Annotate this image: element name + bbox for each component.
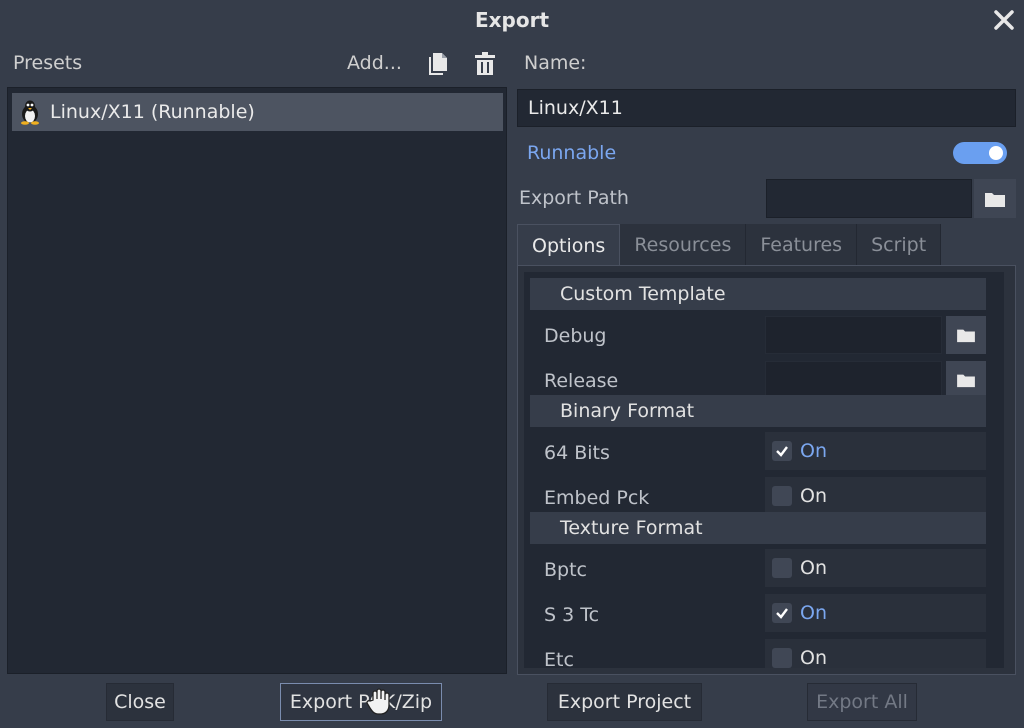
- release-browse-button[interactable]: [946, 361, 986, 399]
- presets-label: Presets: [13, 52, 83, 74]
- duplicate-icon[interactable]: [426, 51, 450, 77]
- embed-pck-value: On: [800, 485, 827, 507]
- tab-resources[interactable]: Resources: [620, 224, 747, 266]
- etc-value: On: [800, 647, 827, 668]
- bits64-value: On: [800, 440, 827, 462]
- export-path-browse-button[interactable]: [974, 179, 1016, 218]
- add-preset-button[interactable]: Add...: [347, 52, 402, 74]
- preset-item-linux[interactable]: Linux/X11 (Runnable): [12, 93, 503, 131]
- debug-label: Debug: [544, 325, 607, 347]
- release-label: Release: [544, 370, 619, 392]
- tab-script[interactable]: Script: [857, 224, 942, 266]
- options-inspector[interactable]: Custom Template Debug Release Binary For…: [524, 272, 1004, 668]
- bptc-checkbox[interactable]: On: [765, 549, 986, 587]
- toggle-knob: [989, 146, 1003, 160]
- checkmark-icon: [776, 608, 788, 619]
- release-template-input[interactable]: [765, 361, 942, 399]
- debug-template-input[interactable]: [765, 316, 942, 354]
- section-texture-format[interactable]: Texture Format: [530, 512, 986, 544]
- s3tc-value: On: [800, 602, 827, 624]
- export-path-input[interactable]: [766, 179, 972, 218]
- etc-checkbox[interactable]: On: [765, 639, 986, 668]
- preset-name-input[interactable]: Linux/X11: [517, 89, 1016, 127]
- checkbox-unchecked: [772, 648, 792, 668]
- section-custom-template[interactable]: Custom Template: [530, 278, 986, 310]
- options-panel: Custom Template Debug Release Binary For…: [517, 265, 1016, 675]
- etc-label: Etc: [544, 649, 574, 668]
- runnable-label: Runnable: [527, 142, 617, 164]
- embed-pck-checkbox[interactable]: On: [765, 477, 986, 515]
- bits64-label: 64 Bits: [544, 442, 610, 464]
- export-all-button[interactable]: Export All: [807, 683, 917, 721]
- checkbox-checked: [772, 441, 792, 461]
- tab-options[interactable]: Options: [517, 224, 621, 266]
- debug-browse-button[interactable]: [946, 316, 986, 354]
- section-binary-format[interactable]: Binary Format: [530, 395, 986, 427]
- folder-icon: [957, 374, 975, 388]
- bits64-checkbox[interactable]: On: [765, 432, 986, 470]
- export-project-button[interactable]: Export Project: [547, 683, 702, 721]
- name-label: Name:: [524, 52, 587, 74]
- preset-list[interactable]: Linux/X11 (Runnable): [7, 87, 507, 674]
- checkbox-checked: [772, 603, 792, 623]
- checkmark-icon: [776, 446, 788, 457]
- tab-bar: Options Resources Features Script: [517, 224, 942, 266]
- export-pck-zip-button[interactable]: Export PCK/Zip: [280, 683, 442, 721]
- s3tc-checkbox[interactable]: On: [765, 594, 986, 632]
- bptc-value: On: [800, 557, 827, 579]
- checkbox-unchecked: [772, 486, 792, 506]
- trash-icon[interactable]: [472, 51, 498, 77]
- export-path-label: Export Path: [519, 187, 629, 209]
- tab-features[interactable]: Features: [746, 224, 858, 266]
- embed-pck-label: Embed Pck: [544, 487, 650, 509]
- linux-tux-icon: [21, 100, 39, 125]
- folder-icon: [985, 192, 1005, 207]
- bptc-label: Bptc: [544, 559, 587, 581]
- runnable-toggle[interactable]: [953, 142, 1007, 164]
- checkbox-unchecked: [772, 558, 792, 578]
- close-button[interactable]: Close: [106, 683, 174, 721]
- dialog-title: Export: [474, 8, 550, 32]
- preset-item-label: Linux/X11 (Runnable): [50, 101, 255, 123]
- close-icon[interactable]: [988, 3, 1020, 37]
- s3tc-label: S 3 Tc: [544, 604, 600, 626]
- folder-icon: [957, 329, 975, 343]
